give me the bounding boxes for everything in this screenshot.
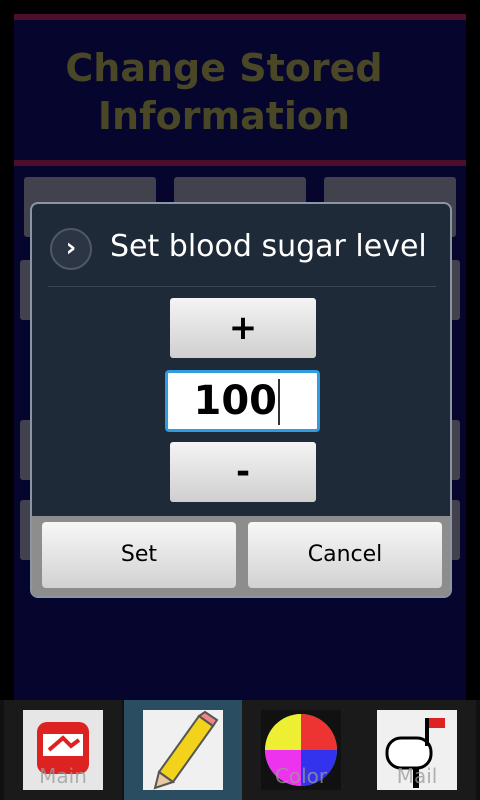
increment-button[interactable]: +	[170, 298, 316, 358]
chevron-right-icon: ›	[50, 228, 92, 270]
tab-main[interactable]: Main	[4, 700, 122, 800]
tab-color[interactable]: Color	[242, 700, 360, 800]
set-button[interactable]: Set	[42, 522, 236, 588]
blood-sugar-value-field[interactable]: 100	[165, 370, 320, 432]
tab-edit[interactable]	[124, 700, 242, 800]
bottom-tab-bar: Main Color Mail	[0, 700, 480, 800]
dialog-divider	[48, 286, 436, 287]
dialog-header: › Set blood sugar level	[32, 204, 450, 288]
tab-color-label: Color	[274, 764, 328, 788]
dialog-title: Set blood sugar level	[110, 229, 427, 264]
tab-mail-label: Mail	[396, 764, 438, 788]
blood-sugar-value: 100	[193, 378, 278, 424]
decrement-button[interactable]: -	[170, 442, 316, 502]
pencil-icon	[143, 710, 223, 790]
tab-mail[interactable]: Mail	[358, 700, 476, 800]
dialog-footer: Set Cancel	[32, 516, 450, 596]
cancel-button[interactable]: Cancel	[248, 522, 442, 588]
tab-main-label: Main	[39, 764, 87, 788]
blood-sugar-dialog: › Set blood sugar level + 100 - Set Canc…	[30, 202, 452, 598]
text-cursor	[278, 379, 280, 425]
